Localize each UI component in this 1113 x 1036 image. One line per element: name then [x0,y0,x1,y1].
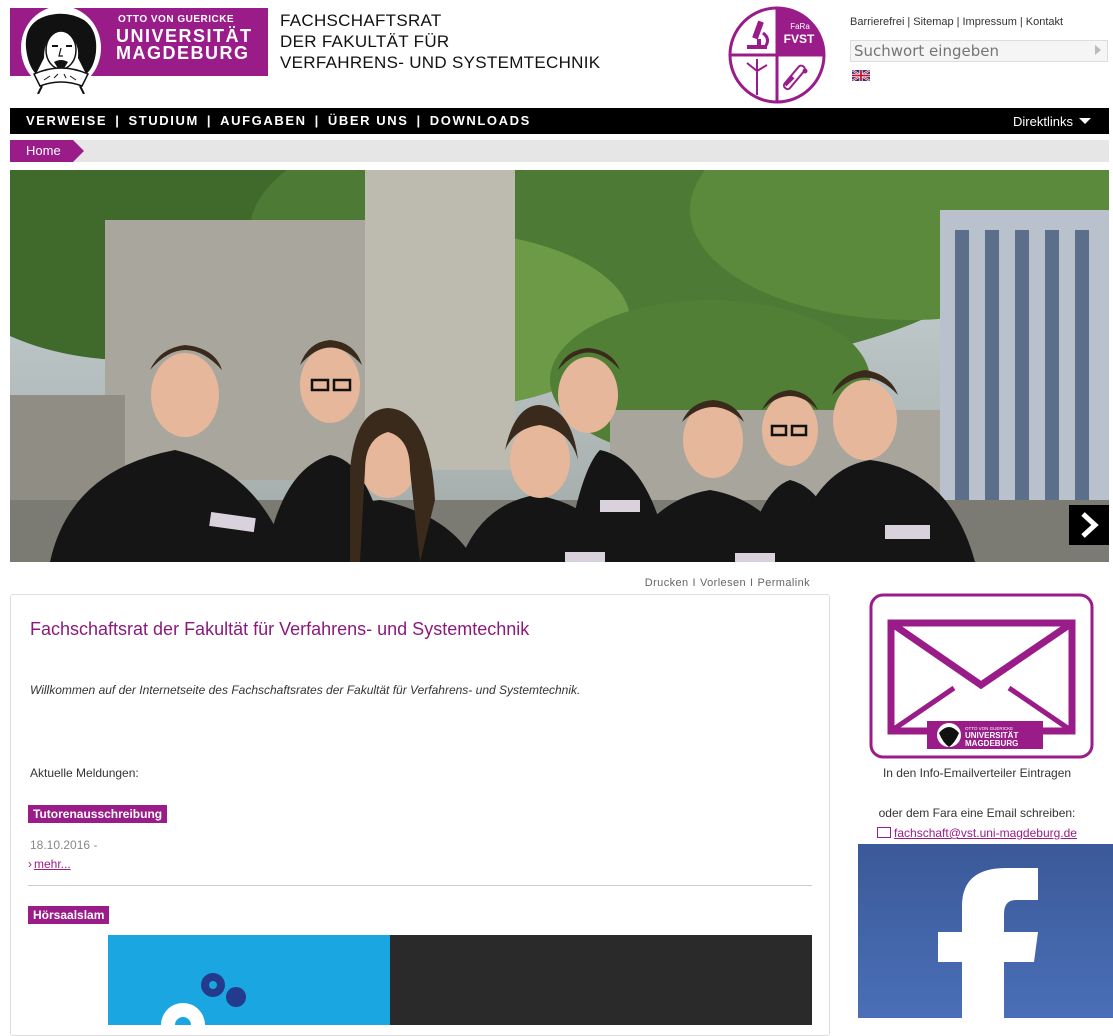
permalink-link[interactable]: Permalink [757,577,810,589]
news-date: 18.10.2016 - [30,838,98,852]
nav-separator: | [416,113,422,128]
university-logo[interactable]: OTTO VON GUERICKE UNIVERSITÄT MAGDEBURG [10,8,268,94]
nav-separator: | [115,113,121,128]
nav-items: VERWEISE | STUDIUM | AUFGABEN | ÜBER UNS | DOWNL… [26,113,531,128]
nav-item-downloads[interactable]: DOWNLOADS [430,113,531,128]
chevron-right-icon: › [28,857,32,871]
hero-image [10,170,1109,562]
link-impressum[interactable]: Impressum [962,16,1016,28]
nav-item-aufgaben[interactable]: AUFGABEN [220,113,306,128]
hero-slider [10,170,1109,562]
email-caption: oder dem Fara eine Email schreiben: [878,806,1076,820]
breadcrumb: Home [10,140,1109,162]
link-barrierefrei[interactable]: Barrierefrei [850,16,904,28]
email-address: fachschaft@vst.uni-magdeburg.de [894,826,1077,840]
guericke-portrait-icon [21,8,101,94]
site-title[interactable]: FACHSCHAFTSRAT DER FAKULTÄT FÜR VERFAHRE… [280,10,600,73]
mailing-list-caption[interactable]: In den Info-Emailverteiler Eintragen [842,766,1112,780]
link-sitemap[interactable]: Sitemap [913,16,953,28]
main-nav: VERWEISE | STUDIUM | AUFGABEN | ÜBER UNS | DOWNL… [10,108,1109,134]
divider [28,885,812,886]
link-kontakt[interactable]: Kontakt [1026,16,1063,28]
fara-small-text: FaRa [790,22,810,31]
uk-flag-icon[interactable] [852,70,870,81]
nav-item-ueber-uns[interactable]: ÜBER UNS [328,113,409,128]
chevron-right-icon [1081,512,1099,538]
intro-text: Willkommen auf der Internetseite des Fac… [30,683,581,697]
nav-item-studium[interactable]: STUDIUM [128,113,198,128]
direktlinks-dropdown[interactable]: Direktlinks [1013,114,1091,129]
top-links: Barrierefrei | Sitemap | Impressum | Kontakt [850,16,1064,28]
site-title-line2: DER FAKULTÄT FÜR [280,32,450,51]
print-link[interactable]: Drucken [645,577,689,589]
news-title-badge[interactable]: Tutorenausschreibung [28,805,168,823]
breadcrumb-home[interactable]: Home [10,140,84,162]
read-more-link[interactable]: › mehr... [28,857,71,871]
nav-item-verweise[interactable]: VERWEISE [26,113,107,128]
news-title-badge[interactable]: Hörsaalslam [28,906,110,924]
direktlinks-label: Direktlinks [1013,114,1073,129]
site-title-line3: VERFAHRENS- UND SYSTEMTECHNIK [280,53,601,72]
site-title-line1: FACHSCHAFTSRAT [280,11,442,30]
fara-fvst-logo[interactable]: FaRa FVST [727,5,827,105]
facebook-button[interactable] [858,844,1113,1018]
facebook-icon [858,844,1113,1018]
email-link[interactable]: fachschaft@vst.uni-magdeburg.de [842,826,1112,840]
envelope-logo-line3: MAGDEBURG [965,739,1018,748]
nav-separator: | [314,113,320,128]
search-submit-icon[interactable] [1095,45,1101,55]
page-title: Fachschaftsrat der Fakultät für Verfahre… [30,619,530,639]
hoersaalslam-image [108,935,812,1025]
page-tools: Drucken I Vorlesen I Permalink [610,577,810,589]
tools-separator: I [692,577,696,589]
nav-separator: | [206,113,213,128]
search-input[interactable] [851,41,1084,61]
search-box [850,40,1108,62]
envelope-icon [877,827,892,838]
news-heading: Aktuelle Meldungen: [30,766,139,780]
read-aloud-link[interactable]: Vorlesen [700,577,746,589]
slider-next-button[interactable] [1069,505,1109,545]
read-more-label: mehr... [34,857,71,871]
mailing-list-envelope[interactable]: OTTO VON GUERICKE UNIVERSITÄT MAGDEBURG [869,593,1094,759]
tools-separator: I [750,577,754,589]
logo-text-line3: MAGDEBURG [116,43,250,63]
logo-text-line1: OTTO VON GUERICKE [118,14,235,25]
fara-big-text: FVST [784,32,815,46]
chevron-down-icon [1079,118,1091,124]
